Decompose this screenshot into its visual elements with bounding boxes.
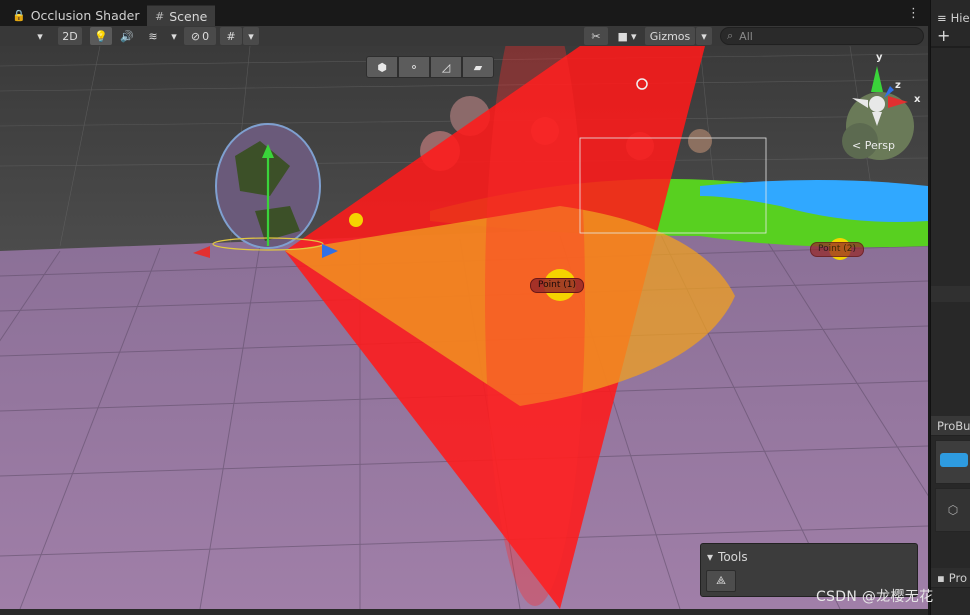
chevron-down-icon: ▾ [248,29,254,43]
edge-mode-button[interactable]: ◿ [430,56,462,78]
eye-slash-icon: ⊘ [190,29,201,43]
lighting-toggle[interactable]: 💡 [90,27,112,45]
panel-divider [931,46,970,48]
tab-label: Occlusion Shader [30,8,140,23]
gizmos-button[interactable]: Gizmos [645,27,695,45]
face-mode-button[interactable]: ▰ [462,56,494,78]
add-object-icon[interactable]: + [937,26,950,45]
watermark-text: CSDN @龙樱无花 [816,589,934,605]
scene-toolbar: ▾ 2D 💡 🔊 ≋ ▾ ⊘ 0 # ▾ ✂ ■ ▾ Gizmos ▾ ⌕ All [0,26,928,46]
shader-icon: 🔒 [12,9,26,22]
project-tab-label: Pro [948,570,968,585]
probuilder-tab-label: ProBu [937,418,970,433]
collapse-triangle-icon: ▾ [707,550,714,564]
toggle-2d-label: 2D [62,29,78,43]
tools-overlay-header[interactable]: ▾ Tools [707,550,748,564]
tab-label: Scene [169,8,208,24]
kebab-menu-icon[interactable]: ⋮ [907,6,920,21]
tab-scene[interactable]: # Scene [147,5,216,26]
lightbulb-icon: 💡 [94,29,108,43]
point-light-small[interactable] [349,213,363,227]
shape-icon [940,453,968,467]
grid-dropdown[interactable]: ▾ [243,27,259,45]
scene-viewport[interactable]: ⬢ ⚬ ◿ ▰ Point (1) Point (2) < Persp y z … [0,46,928,609]
point-light-2-label: Point (2) [810,242,864,257]
camera-icon: ■ [617,29,628,43]
path-tool-icon: ⟁ [716,574,726,587]
poly-shape-icon: ⬡ [947,503,959,517]
view-tool-strip: ⬢ ⚬ ◿ ▰ [366,56,494,78]
face-icon: ▰ [473,60,483,74]
editor-tab-bar: 🔒 Occlusion Shader # Scene ⋮ [0,0,928,27]
search-icon: ⌕ [727,29,734,42]
audio-toggle[interactable]: 🔊 [116,27,138,45]
draw-mode-dropdown[interactable]: ▾ [30,27,50,45]
hierarchy-tab-label: Hie [950,11,970,25]
hierarchy-icon: ≡ [937,11,947,25]
folder-icon: ▪ [937,570,945,585]
chevron-down-icon: ▾ [701,29,707,43]
projection-text: Persp [864,139,895,152]
hidden-count: 0 [202,29,210,43]
point-light-1-label: Point (1) [530,278,584,293]
scene-search-field[interactable]: ⌕ All [720,27,924,45]
axis-x-label: x [914,94,921,105]
vertex-icon: ⚬ [409,60,419,74]
tab-occlusion-shader[interactable]: 🔒 Occlusion Shader [4,5,148,26]
gizmos-label: Gizmos [649,29,691,43]
cube-icon: ⬢ [377,60,387,74]
right-dock-panel: ≡ Hie + ProBu ⬡ ▪ Pro [930,0,970,615]
projection-label[interactable]: < Persp [852,139,895,152]
toggle-2d-button[interactable]: 2D [58,27,82,45]
chevron-down-icon: ▾ [37,29,43,43]
gizmos-dropdown[interactable]: ▾ [696,27,712,45]
speaker-icon: 🔊 [120,29,134,43]
grid-icon: # [226,29,236,43]
layers-icon: ≋ [148,29,158,43]
grid-icon: # [155,9,165,23]
scene-render [0,46,928,609]
bottom-status-strip [0,609,928,615]
tab-project[interactable]: ▪ Pro [931,568,970,588]
hierarchy-row-selected[interactable] [931,286,970,302]
camera-dropdown[interactable]: ■ ▾ [612,27,642,45]
tools-overlay-title: Tools [718,550,748,564]
tools-settings-button[interactable]: ✂ [584,27,608,45]
axis-y-label: y [876,52,883,63]
search-placeholder: All [739,29,753,43]
object-mode-button[interactable]: ⬢ [366,56,398,78]
chevron-down-icon: ▾ [630,29,637,43]
scene-visibility-toggle[interactable]: ⊘ 0 [184,27,216,45]
axis-z-label: z [895,80,901,91]
probuilder-new-shape-button[interactable] [935,440,970,484]
wrench-icon: ✂ [591,29,601,43]
effects-dropdown[interactable]: ▾ [166,27,182,45]
edge-icon: ◿ [441,60,451,74]
chevron-left-icon: < [852,139,862,152]
tab-probuilder[interactable]: ProBu [931,416,970,436]
custom-tool-button[interactable]: ⟁ [706,570,736,592]
grid-snapping-toggle[interactable]: # [220,27,242,45]
vertex-mode-button[interactable]: ⚬ [398,56,430,78]
effects-toggle[interactable]: ≋ [142,27,164,45]
probuilder-poly-shape-button[interactable]: ⬡ [935,488,970,532]
chevron-down-icon: ▾ [171,29,177,43]
tab-hierarchy[interactable]: ≡ Hie [931,8,970,28]
